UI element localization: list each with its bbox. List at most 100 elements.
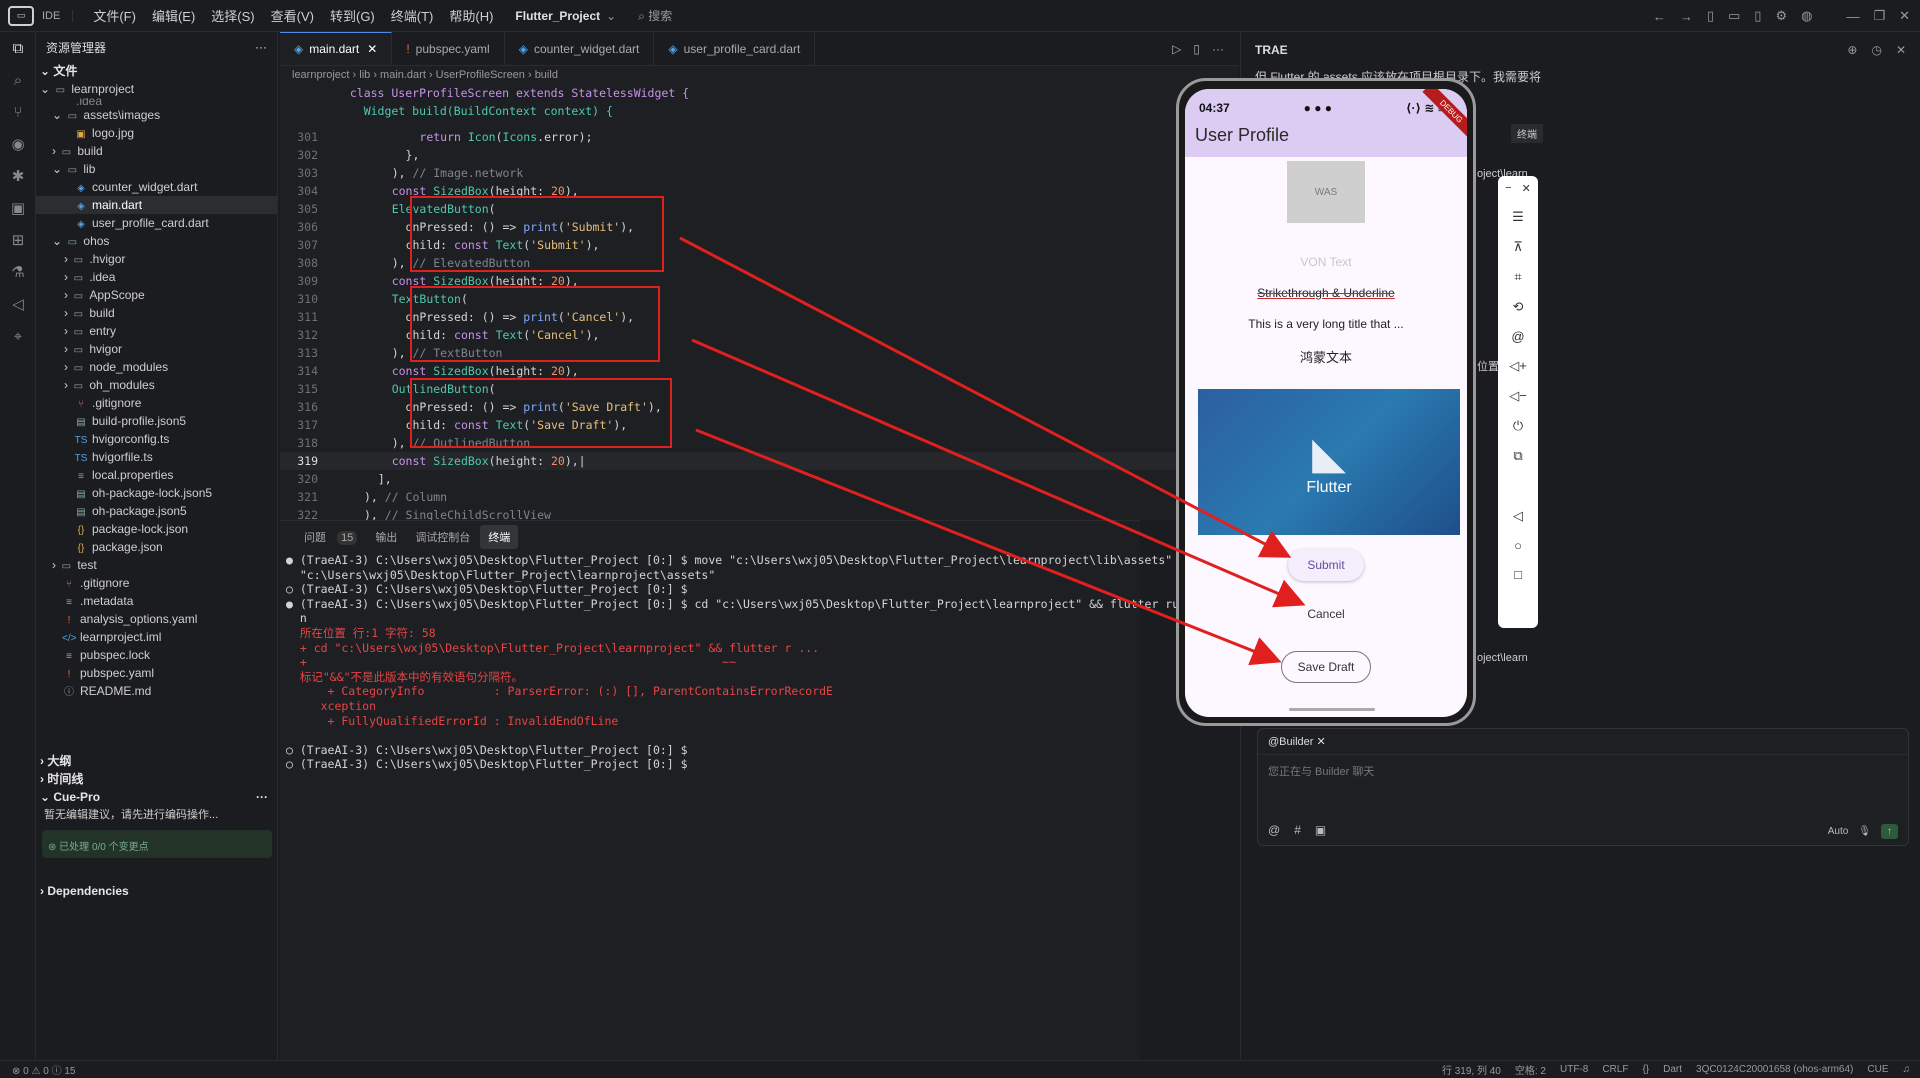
encoding[interactable]: UTF-8 [1560, 1064, 1588, 1075]
remote-icon[interactable]: ▣ [0, 192, 36, 224]
tree-item[interactable]: › ▭ oh_modules [36, 376, 277, 394]
flask-icon[interactable]: ⚗ [0, 256, 36, 288]
source-control-icon[interactable]: ⑂ [0, 96, 36, 128]
tree-item[interactable]: ⑂ .gitignore [36, 394, 277, 412]
tree-item[interactable]: TS hvigorfile.ts [36, 448, 277, 466]
outline-section[interactable]: › 大纲 [36, 752, 277, 770]
tree-item[interactable]: › ▭ AppScope [36, 286, 277, 304]
tab-pubspec[interactable]: ! pubspec.yaml [392, 32, 505, 65]
tree-item[interactable]: .idea [36, 98, 277, 106]
rotate-icon[interactable]: ⟲ [1513, 299, 1524, 315]
power-icon[interactable]: ⏻ [1513, 418, 1523, 434]
tree-item[interactable]: ⓘ README.md [36, 682, 277, 700]
tree-item[interactable]: ≡ pubspec.lock [36, 646, 277, 664]
menu-file[interactable]: 文件(F) [85, 6, 144, 25]
restore-icon[interactable]: ❐ [1873, 8, 1885, 24]
volume-up-icon[interactable]: ◁+ [1509, 358, 1527, 374]
tree-item[interactable]: › ▭ .idea [36, 268, 277, 286]
tree-item[interactable]: › ▭ .hvigor [36, 250, 277, 268]
screenshot-icon[interactable]: ⧉ [1513, 448, 1522, 464]
volume-down-icon[interactable]: ◁− [1509, 388, 1527, 404]
problems-count[interactable]: ⊗ 0 ⚠ 0 ⓘ 15 [12, 1062, 75, 1077]
explorer-icon[interactable]: ⧉ [0, 32, 36, 64]
tab-debug-console[interactable]: 调试控制台 [407, 525, 478, 549]
breadcrumb[interactable]: learnproject › lib › main.dart › UserPro… [280, 66, 1238, 84]
builder-tag[interactable]: @Builder ✕ [1258, 729, 1908, 755]
tree-item[interactable]: ▤ build-profile.json5 [36, 412, 277, 430]
tree-item[interactable]: </> learnproject.iml [36, 628, 277, 646]
recent-nav-icon[interactable]: □ [1514, 567, 1522, 582]
submit-button[interactable]: Submit [1288, 549, 1364, 581]
send-button[interactable]: ↑ [1881, 824, 1898, 839]
add-icon[interactable]: ⊕ [1847, 43, 1857, 57]
indent-setting[interactable]: 空格: 2 [1515, 1062, 1546, 1077]
cancel-button[interactable]: Cancel [1307, 607, 1344, 621]
menu-help[interactable]: 帮助(H) [441, 6, 501, 25]
timeline-section[interactable]: › 时间线 [36, 770, 277, 788]
eol[interactable]: CRLF [1602, 1064, 1628, 1075]
search-icon[interactable]: ⌕ [0, 64, 36, 96]
tab-terminal[interactable]: 终端 [480, 525, 519, 549]
flutter-icon[interactable]: ◁ [0, 288, 36, 320]
menu-goto[interactable]: 转到(G) [322, 6, 383, 25]
run-icon[interactable]: ▷ [1172, 42, 1181, 56]
tree-item[interactable]: ⌄ ▭ assets\images [36, 106, 277, 124]
hash-icon[interactable]: # [1294, 823, 1301, 837]
tree-item[interactable]: ! pubspec.yaml [36, 664, 277, 682]
tree-item[interactable]: ! analysis_options.yaml [36, 610, 277, 628]
more-icon[interactable]: ··· [255, 40, 267, 54]
image-icon[interactable]: ▣ [1315, 823, 1326, 837]
cue-status-item[interactable]: CUE [1867, 1064, 1888, 1075]
at-icon[interactable]: @ [1511, 329, 1524, 344]
device-selector[interactable]: 3QC0124C20001658 (ohos-arm64) [1696, 1064, 1853, 1075]
tree-item[interactable]: ⌄ ▭ ohos [36, 232, 277, 250]
bell-icon[interactable]: ♫ [1903, 1064, 1911, 1075]
forward-arrow-icon[interactable]: → [1680, 9, 1693, 24]
tree-item[interactable]: {} package.json [36, 538, 277, 556]
tree-item[interactable]: ▤ oh-package.json5 [36, 502, 277, 520]
tab-output[interactable]: 输出 [367, 525, 405, 549]
eye-icon[interactable]: ◉ [0, 128, 36, 160]
more-icon[interactable]: ··· [1212, 42, 1224, 56]
chat-input[interactable]: @Builder ✕ 您正在与 Builder 聊天 @ # ▣ Auto 🎙︎ ↑ [1257, 728, 1909, 846]
tree-item[interactable]: ◈ counter_widget.dart [36, 178, 277, 196]
tab-counter-widget[interactable]: ◈ counter_widget.dart [505, 32, 655, 65]
history-icon[interactable]: ◷ [1871, 43, 1881, 57]
menu-edit[interactable]: 编辑(E) [144, 6, 203, 25]
tree-item[interactable]: › ▭ build [36, 304, 277, 322]
tab-problems[interactable]: 问题 15 [288, 525, 365, 549]
save-draft-button[interactable]: Save Draft [1281, 651, 1371, 683]
split-icon[interactable]: ▯ [1193, 42, 1200, 56]
tree-item[interactable]: ◈ user_profile_card.dart [36, 214, 277, 232]
minimize-icon[interactable]: — [1846, 9, 1859, 24]
crop-icon[interactable]: ⌗ [1514, 269, 1521, 285]
project-switcher[interactable]: Flutter_Project [515, 9, 600, 23]
terminal-badge[interactable]: 终端 [1511, 124, 1543, 143]
layout-bottom-icon[interactable]: ▭ [1728, 8, 1740, 24]
menu-terminal[interactable]: 终端(T) [383, 6, 442, 25]
tab-main-dart[interactable]: ◈ main.dart ✕ [280, 32, 393, 65]
mic-icon[interactable]: 🎙︎ [1858, 826, 1871, 837]
search-box[interactable]: ⌕ 搜索 [638, 7, 672, 24]
minimize-icon[interactable]: − [1505, 182, 1511, 195]
cursor-position[interactable]: 行 319, 列 40 [1442, 1062, 1501, 1077]
tree-item[interactable]: {} package-lock.json [36, 520, 277, 538]
account-icon[interactable]: ◍ [1801, 8, 1812, 24]
layout-right-icon[interactable]: ▯ [1754, 8, 1761, 24]
tree-item[interactable]: ≡ local.properties [36, 466, 277, 484]
tree-item[interactable]: › ▭ test [36, 556, 277, 574]
close-icon[interactable]: ✕ [1899, 8, 1910, 24]
back-nav-icon[interactable]: ◁ [1513, 508, 1523, 524]
braces-icon[interactable]: {} [1642, 1064, 1649, 1075]
tree-item[interactable]: TS hvigorconfig.ts [36, 430, 277, 448]
cue-section[interactable]: ⌄ Cue-Pro ··· [36, 788, 277, 806]
pin-icon[interactable]: ⊼ [1513, 239, 1523, 255]
tree-item[interactable]: ▤ oh-package-lock.json5 [36, 484, 277, 502]
terminal-output[interactable]: ● (TraeAI-3) C:\Users\wxj05\Desktop\Flut… [280, 553, 1179, 772]
tree-item[interactable]: ≡ .metadata [36, 592, 277, 610]
mention-icon[interactable]: @ [1268, 823, 1280, 837]
tree-item-selected[interactable]: ◈ main.dart [36, 196, 277, 214]
close-icon[interactable]: ✕ [367, 42, 377, 56]
scan-icon[interactable]: ⌖ [0, 320, 36, 352]
tree-item[interactable]: › ▭ hvigor [36, 340, 277, 358]
